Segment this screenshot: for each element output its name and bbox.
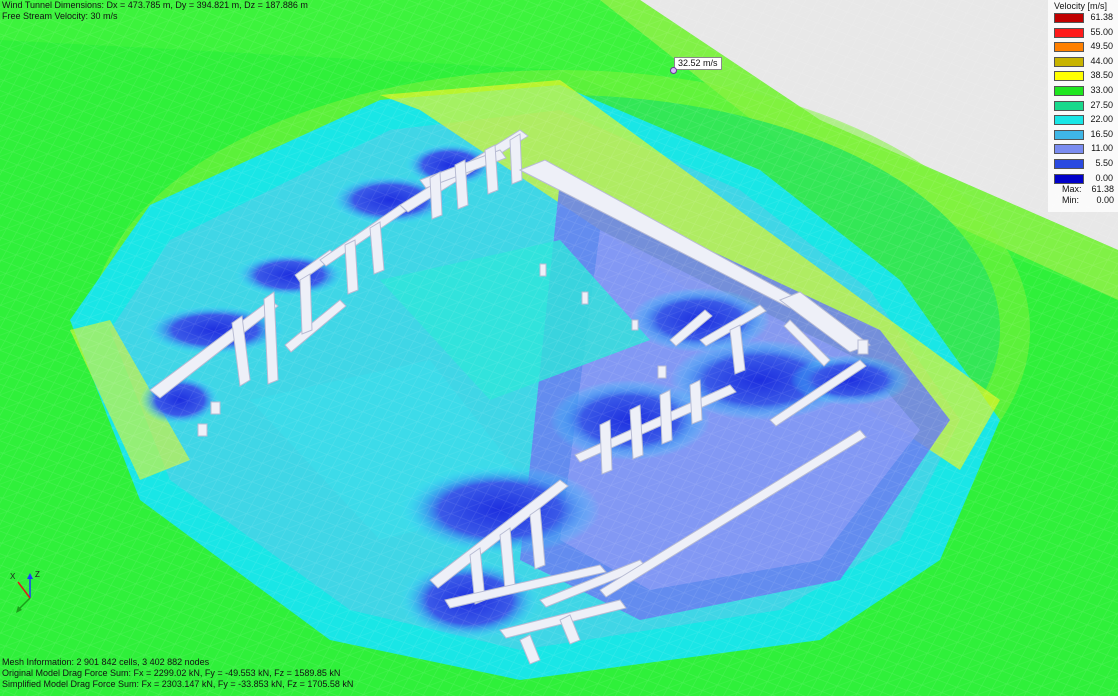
legend-swatch xyxy=(1054,173,1084,184)
simulation-info-header: Wind Tunnel Dimensions: Dx = 473.785 m, … xyxy=(2,0,308,22)
legend-row: 49.50 xyxy=(1052,41,1116,53)
legend-swatch xyxy=(1054,115,1084,126)
legend-swatch xyxy=(1054,100,1084,111)
legend-row: 33.00 xyxy=(1052,85,1116,97)
legend-value: 61.38 xyxy=(1090,12,1113,22)
cfd-viewport[interactable]: Wind Tunnel Dimensions: Dx = 473.785 m, … xyxy=(0,0,1118,696)
legend-value: 44.00 xyxy=(1090,55,1113,66)
legend-value: 38.50 xyxy=(1090,70,1113,81)
legend-swatch xyxy=(1054,71,1084,82)
axis-x-label: X xyxy=(10,572,16,581)
axis-z-label: Z xyxy=(35,570,40,579)
legend-swatch xyxy=(1054,86,1084,96)
legend-swatch xyxy=(1054,144,1084,155)
legend-value: 49.50 xyxy=(1090,41,1113,52)
probe-point-icon[interactable] xyxy=(670,67,677,74)
legend-value: 55.00 xyxy=(1090,26,1113,37)
axis-triad-icon xyxy=(16,573,33,613)
legend-swatch xyxy=(1054,159,1084,169)
legend-value: 22.00 xyxy=(1090,114,1113,125)
legend-row: 16.50 xyxy=(1052,129,1116,141)
legend-swatch xyxy=(1054,129,1084,140)
legend-value: 16.50 xyxy=(1090,128,1113,139)
velocity-field-render xyxy=(0,0,1118,696)
legend-swatch xyxy=(1054,27,1084,38)
legend-min-label: Min: xyxy=(1062,195,1080,205)
legend-min: Min: 0.00 xyxy=(1052,195,1114,206)
legend-swatch xyxy=(1054,13,1084,23)
legend-max: Max: 61.38 xyxy=(1052,184,1114,195)
legend-row: 5.50 xyxy=(1052,158,1116,170)
probe-value-label: 32.52 m/s xyxy=(674,57,722,70)
legend-max-value: 61.38 xyxy=(1091,184,1114,194)
legend-swatch xyxy=(1054,42,1084,53)
legend-value: 11.00 xyxy=(1091,143,1113,154)
original-drag-force: Original Model Drag Force Sum: Fx = 2299… xyxy=(2,668,341,678)
legend-max-label: Max: xyxy=(1062,184,1082,194)
legend-value: 5.50 xyxy=(1095,158,1113,168)
simulation-info-footer: Mesh Information: 2 901 842 cells, 3 402… xyxy=(2,657,353,690)
velocity-legend: Velocity [m/s] 61.38 55.00 49.50 44.00 38.50… xyxy=(1048,0,1118,212)
legend-value: 0.00 xyxy=(1095,172,1113,183)
legend-min-value: 0.00 xyxy=(1096,195,1114,205)
legend-row: 55.00 xyxy=(1052,27,1116,39)
simplified-drag-force: Simplified Model Drag Force Sum: Fx = 23… xyxy=(2,679,354,689)
legend-row: 44.00 xyxy=(1052,56,1116,68)
wind-tunnel-dimensions: Wind Tunnel Dimensions: Dx = 473.785 m, … xyxy=(2,0,308,10)
mesh-information: Mesh Information: 2 901 842 cells, 3 402… xyxy=(2,657,210,667)
legend-swatch xyxy=(1054,56,1084,67)
legend-row: 0.00 xyxy=(1052,173,1116,185)
legend-value: 27.50 xyxy=(1090,99,1113,110)
legend-row: 11.00 xyxy=(1052,143,1116,155)
legend-row: 38.50 xyxy=(1052,70,1116,82)
legend-row: 27.50 xyxy=(1052,100,1116,112)
legend-value: 33.00 xyxy=(1090,85,1113,95)
axis-triad: Z X xyxy=(10,568,50,618)
legend-row: 22.00 xyxy=(1052,114,1116,126)
legend-row: 61.38 xyxy=(1052,12,1116,24)
legend-title: Velocity [m/s] xyxy=(1054,1,1108,11)
free-stream-velocity: Free Stream Velocity: 30 m/s xyxy=(2,11,118,21)
